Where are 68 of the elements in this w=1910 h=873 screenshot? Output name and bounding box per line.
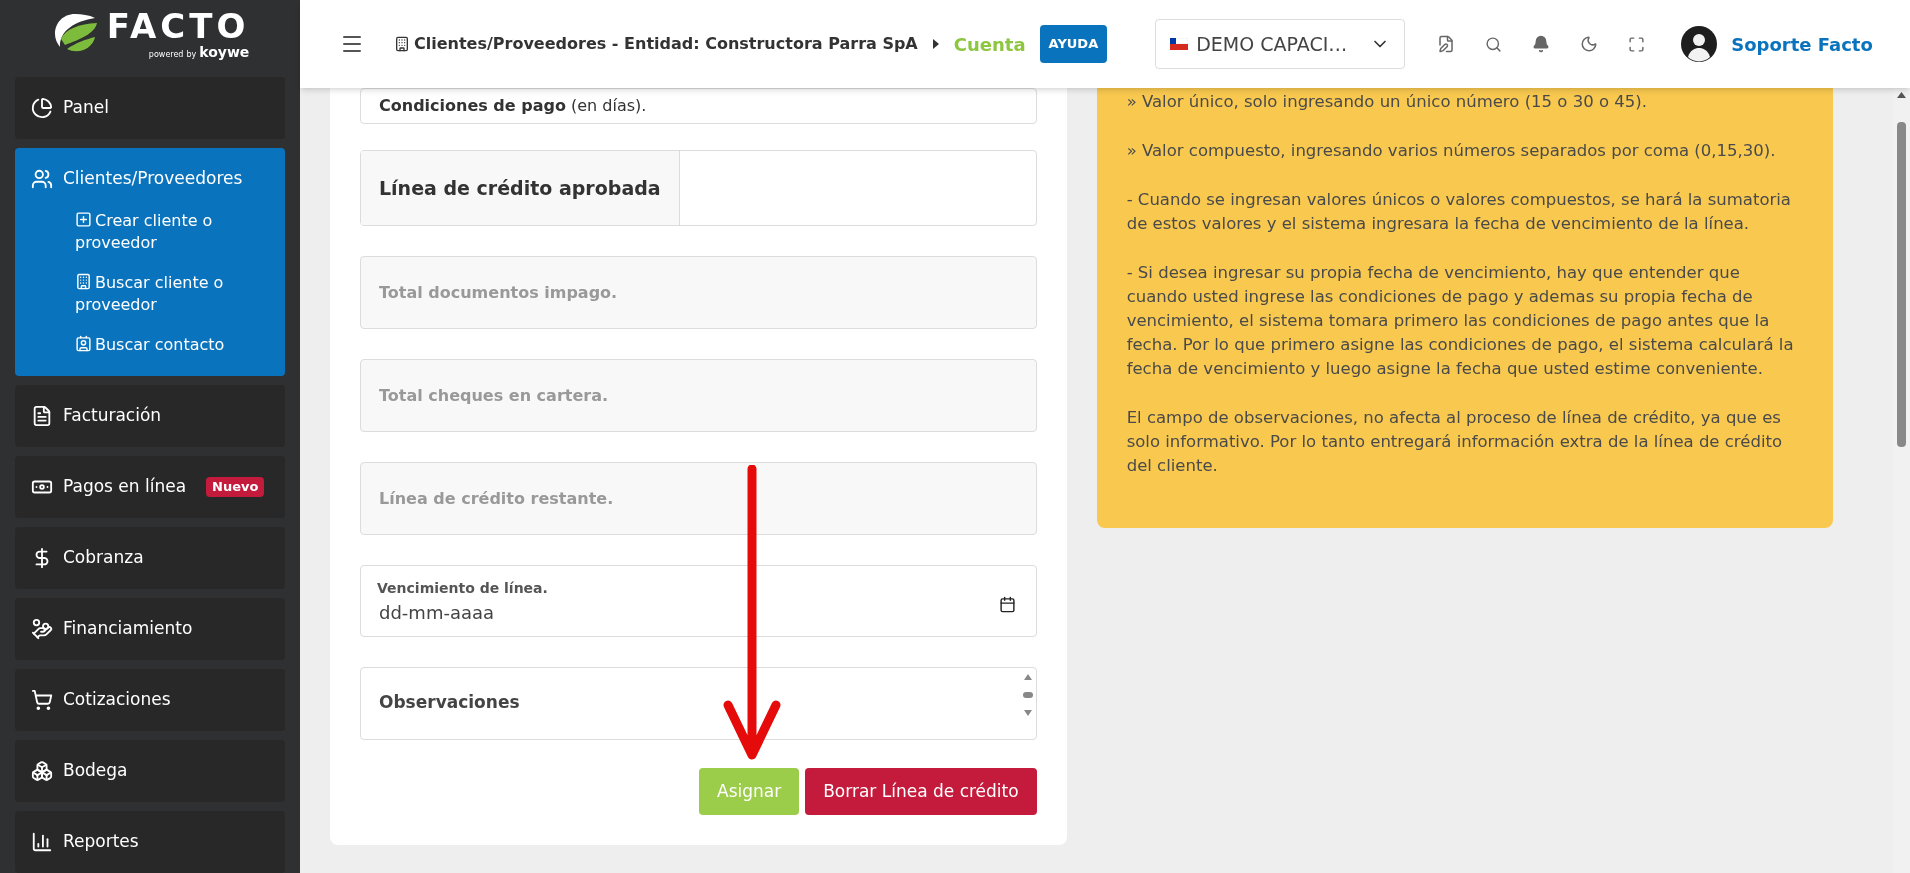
field-label: Vencimiento de línea. <box>377 579 549 598</box>
cart-icon <box>31 689 53 711</box>
document-icon <box>31 405 53 427</box>
sidebar-item-label: Pagos en línea <box>63 475 187 499</box>
hand-coin-icon <box>31 618 53 640</box>
building-icon <box>75 273 92 290</box>
delete-button[interactable]: Borrar Línea de crédito <box>805 768 1037 815</box>
fullscreen-icon[interactable] <box>1628 35 1646 53</box>
sidebar-item-label: Financiamiento <box>63 617 193 641</box>
flag-icon <box>1170 38 1189 50</box>
sidebar-item-label: Bodega <box>63 759 128 783</box>
sidebar-item[interactable]: Financiamiento <box>15 598 285 660</box>
sidebar-item[interactable]: Cobranza <box>15 527 285 589</box>
sidebar-item-label: Cotizaciones <box>63 688 171 712</box>
sidebar-item-label: Panel <box>63 96 109 120</box>
sidebar-item-label: Cobranza <box>63 546 144 570</box>
bar-chart-icon <box>31 831 53 853</box>
payment-terms-field[interactable]: Condiciones de pago (en días). <box>360 88 1037 124</box>
date-value: dd-mm-aaaa <box>378 601 495 625</box>
sidebar-item[interactable]: Clientes/Proveedores Crear cliente o proveedor Buscar cliente o proveedor Buscar contacto <box>15 148 285 376</box>
readonly-field: Total documentos impago. <box>360 256 1037 329</box>
help-button[interactable]: AYUDA <box>1039 25 1108 63</box>
plus-square-icon <box>75 211 92 228</box>
sidebar-item[interactable]: Panel <box>15 77 285 139</box>
sidebar-item[interactable]: Cotizaciones <box>15 669 285 731</box>
sidebar-item[interactable]: Reportes <box>15 811 285 873</box>
logo-brand: koywe <box>199 45 250 59</box>
sidebar-item[interactable]: Facturación <box>15 385 285 447</box>
company-select[interactable]: DEMO CAPACI… <box>1155 19 1406 69</box>
scroll-thumb[interactable] <box>1897 122 1907 447</box>
help-text: - Cuando se ingresan valores únicos o valores compuestos, se hará la sumatoria de estos valores y el sistema ingresara la fecha de vencimiento de la línea. <box>1126 189 1792 235</box>
sidebar-item[interactable]: Bodega <box>15 740 285 802</box>
logo-tagline: by <box>186 51 197 59</box>
sidebar-item-label: Reportes <box>63 830 139 854</box>
breadcrumb-link[interactable]: Clientes/Proveedores - Entidad: Constructora Parra SpA <box>414 32 918 56</box>
logo-tagline: powered <box>148 51 184 59</box>
sidebar-item-label: Clientes/Proveedores <box>63 167 243 191</box>
boxes-icon <box>31 760 53 782</box>
bell-icon[interactable] <box>1532 35 1551 53</box>
logo-text: FACTO <box>106 9 250 43</box>
help-text: » Valor único, solo ingresando un único número (15 o 30 o 45). <box>1126 91 1648 113</box>
contact-card-icon <box>75 335 92 352</box>
observations-field[interactable]: Observaciones <box>360 667 1037 740</box>
help-text: - Si desea ingresar su propia fecha de vencimiento, hay que entender que cuando usted ingrese las condiciones de pago y ademas su propia fecha de vencimiento, el sistema tomara primero las condiciones de pago antes que la fecha. Por lo que primero asigne las condiciones de pago, el sistema calculará la fecha de vencimiento y luego asigne la fecha que usted estime conveniente. <box>1126 262 1795 380</box>
moon-icon[interactable] <box>1580 35 1599 53</box>
new-badge: Nuevo <box>206 477 265 497</box>
edit-document-icon[interactable] <box>1437 35 1456 53</box>
date-field[interactable]: Vencimiento de línea. dd-mm-aaaa <box>360 565 1037 637</box>
readonly-field: Total cheques en cartera. <box>360 359 1037 432</box>
users-icon <box>31 168 53 190</box>
submenu-link[interactable]: Buscar contacto <box>75 334 259 356</box>
scroll-up-icon[interactable] <box>1897 92 1907 98</box>
avatar-icon[interactable] <box>1681 26 1718 62</box>
sidebar-item[interactable]: Pagos en línea Nuevo <box>15 456 285 518</box>
help-text: El campo de observaciones, no afecta al proceso de línea de crédito, ya que es solo informativo. Por lo tanto entregará información extra de la línea de crédito del cliente. <box>1126 407 1784 477</box>
submenu-link[interactable]: Buscar cliente o proveedor <box>75 272 259 316</box>
scroll-arrows-icon[interactable] <box>1020 673 1035 717</box>
user-name[interactable]: Soporte Facto <box>1731 30 1873 58</box>
calendar-icon[interactable] <box>998 596 1016 613</box>
caret-right-icon <box>931 39 940 49</box>
readonly-field: Línea de crédito restante. <box>360 462 1037 535</box>
submenu-link[interactable]: Crear cliente o proveedor <box>75 210 259 254</box>
building-icon <box>394 36 410 52</box>
help-text: » Valor compuesto, ingresando varios números separados por coma (0,15,30). <box>1126 140 1777 162</box>
search-icon[interactable] <box>1485 35 1503 53</box>
breadcrumb-current: Cuenta <box>953 32 1026 57</box>
sidebar-item-label: Facturación <box>63 404 162 428</box>
pie-chart-icon <box>31 97 53 119</box>
